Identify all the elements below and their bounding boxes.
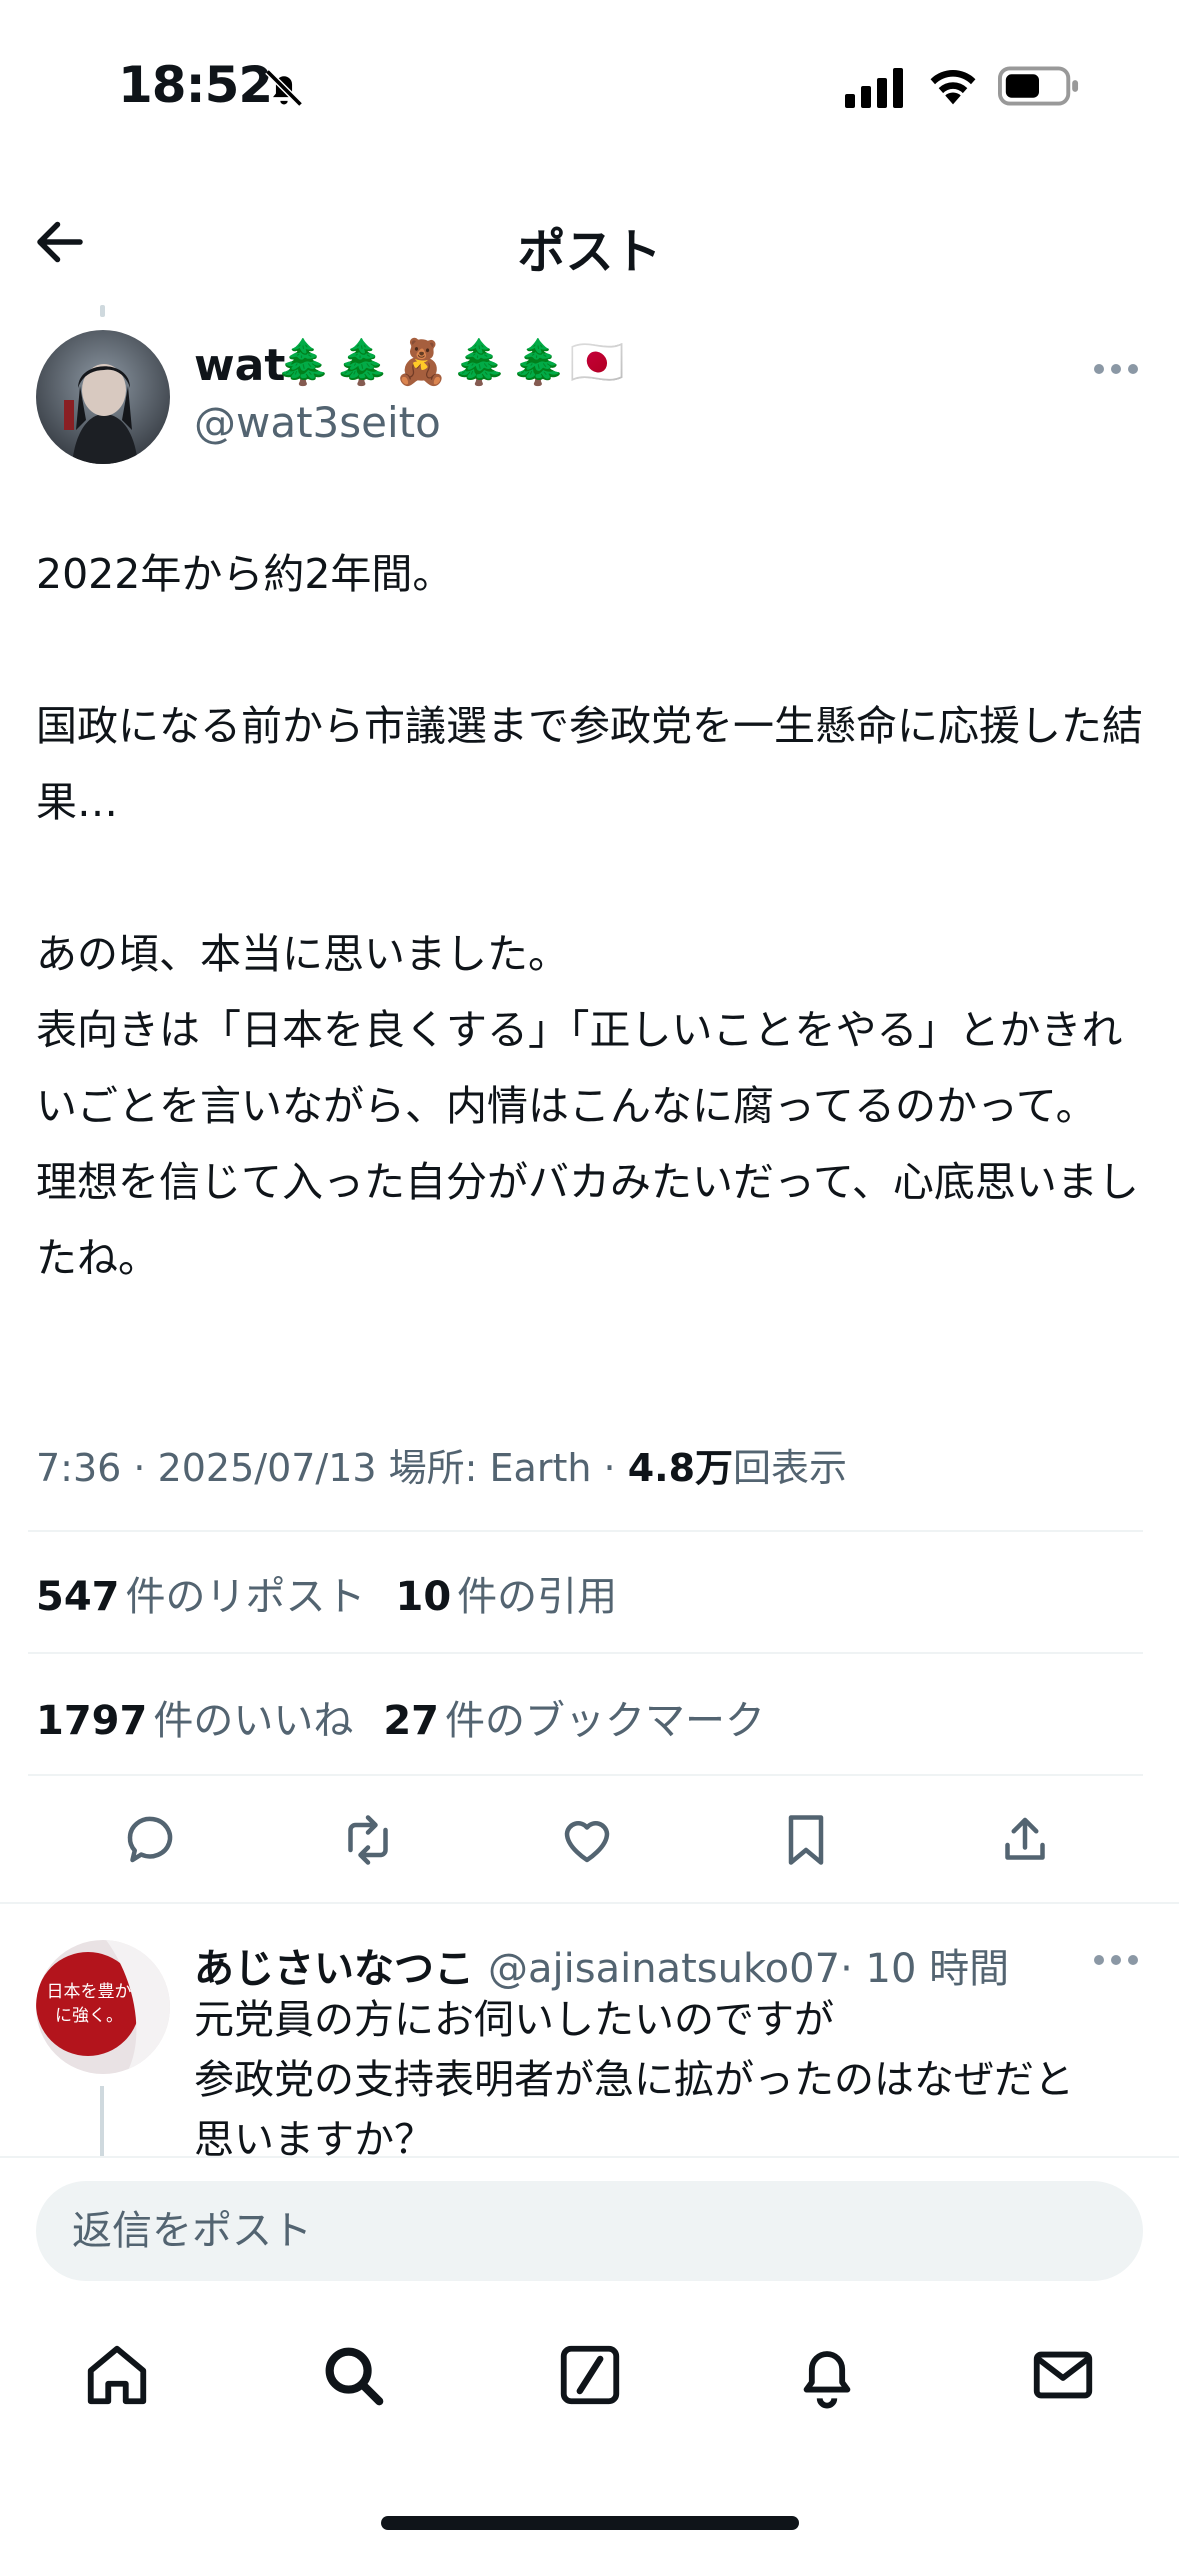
more-options-icon[interactable] <box>1094 362 1138 376</box>
reply-text: 元党員の方にお伺いしたいのですが 参政党の支持表明者が急に拡がったのはなぜだと … <box>194 1990 1144 2170</box>
reply-input[interactable] <box>36 2181 1143 2281</box>
like-icon[interactable] <box>557 1810 617 1870</box>
post-paragraph: 国政になる前から市議選まで参政党を一生懸命に応援した結果… <box>36 702 1143 826</box>
grok-icon[interactable] <box>555 2340 625 2410</box>
reposts-stat[interactable]: 547 件のリポスト <box>36 1574 366 1620</box>
bookmarks-label: 件のブックマーク <box>445 1698 765 1744</box>
divider <box>28 1652 1143 1654</box>
post-meta: 7:36 · 2025/07/13 場所: Earth · 4.8万回表示 <box>36 1437 847 1492</box>
reply-thread-line <box>100 2086 104 2156</box>
screen: 18:52 ポスト wat 🌲🌲🧸🌲🌲🇯🇵 @wat3seito 2022年から… <box>0 0 1179 2556</box>
thread-connector <box>100 305 105 317</box>
bookmarks-count: 27 <box>383 1698 439 1744</box>
divider <box>28 1530 1143 1532</box>
divider <box>28 1774 1143 1776</box>
author-name[interactable]: wat <box>194 340 285 391</box>
reply-time: · 10 時間 <box>840 1946 1010 1992</box>
header: ポスト <box>0 190 1179 300</box>
reposts-count: 547 <box>36 1574 120 1620</box>
reply-header: あじさいなつこ @ajisainatsuko07· 10 時間 <box>194 1936 1009 1994</box>
likes-stat[interactable]: 1797 件のいいね <box>36 1698 353 1744</box>
search-icon[interactable] <box>318 2340 388 2410</box>
reply-more-options-icon[interactable] <box>1094 1953 1138 1967</box>
view-count: 4.8万 <box>627 1446 734 1490</box>
messages-icon[interactable] <box>1028 2340 1098 2410</box>
reply-avatar-text: 日本を豊かに強く。 <box>46 1982 132 2026</box>
status-time: 18:52 <box>118 56 273 114</box>
page-title: ポスト <box>517 224 662 280</box>
notifications-icon[interactable] <box>792 2340 862 2410</box>
post-paragraph: あの頃、本当に思いました。 表向きは「日本を良くする」「正しいことをやる」とかき… <box>36 930 1139 1282</box>
likes-label: 件のいいね <box>153 1698 354 1744</box>
author-name-emoji: 🌲🌲🧸🌲🌲🇯🇵 <box>276 337 629 388</box>
likes-count: 1797 <box>36 1698 148 1744</box>
repost-icon[interactable] <box>338 1810 398 1870</box>
reply-icon[interactable] <box>120 1810 180 1870</box>
quotes-label: 件の引用 <box>457 1574 618 1620</box>
status-bar: 18:52 <box>0 0 1179 170</box>
wifi-icon <box>930 69 976 105</box>
bell-off-icon <box>265 69 303 107</box>
post-timestamp[interactable]: 7:36 · 2025/07/13 場所: Earth · <box>36 1446 616 1490</box>
bookmark-icon[interactable] <box>776 1810 836 1870</box>
quotes-count: 10 <box>395 1574 452 1620</box>
author-avatar[interactable] <box>36 330 170 464</box>
signal-icon <box>845 68 903 108</box>
home-indicator[interactable] <box>381 2516 799 2530</box>
reply-author-handle[interactable]: @ajisainatsuko07 <box>488 1946 840 1992</box>
view-label: 回表示 <box>733 1446 848 1490</box>
reply-author-name[interactable]: あじさいなつこ <box>194 1946 474 1992</box>
author-handle[interactable]: @wat3seito <box>194 398 441 447</box>
quotes-stat[interactable]: 10 件の引用 <box>396 1574 618 1620</box>
stats-row-likes: 1797 件のいいね 27 件のブックマーク <box>36 1688 765 1746</box>
home-icon[interactable] <box>82 2340 152 2410</box>
share-icon[interactable] <box>995 1810 1055 1870</box>
bottom-tab-bar <box>0 2330 1179 2430</box>
post-paragraph: 2022年から約2年間。 <box>36 550 454 598</box>
post-text: 2022年から約2年間。 国政になる前から市議選まで参政党を一生懸命に応援した結… <box>36 536 1146 1296</box>
section-divider <box>0 1902 1179 1904</box>
bookmarks-stat[interactable]: 27 件のブックマーク <box>383 1698 765 1744</box>
reposts-label: 件のリポスト <box>125 1574 366 1620</box>
post-action-bar <box>0 1800 1179 1880</box>
reply-avatar[interactable]: 日本を豊かに強く。 <box>36 1940 170 2074</box>
stats-row-reposts: 547 件のリポスト 10 件の引用 <box>36 1564 617 1622</box>
reply-line: 元党員の方にお伺いしたいのですが <box>194 1997 834 2043</box>
battery-icon <box>998 66 1079 106</box>
reply-line: 参政党の支持表明者が急に拡がったのはなぜだと <box>194 2057 1074 2103</box>
